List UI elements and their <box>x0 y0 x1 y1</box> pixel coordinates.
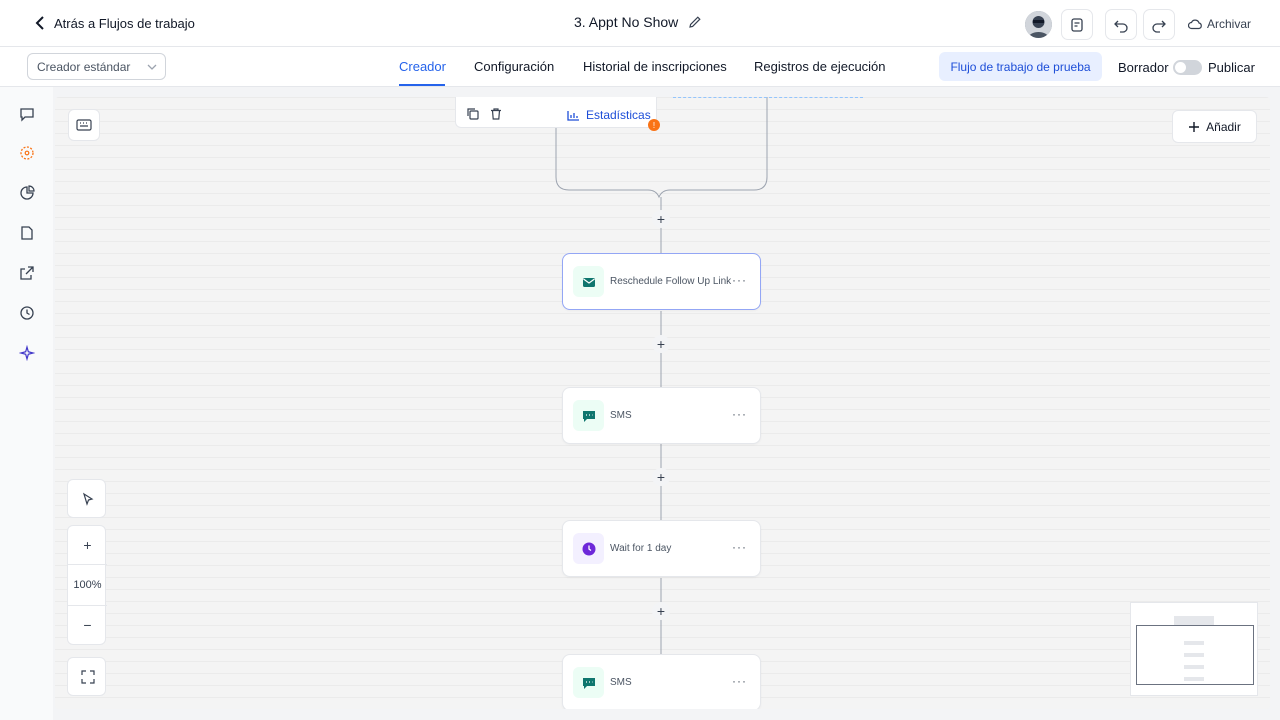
builder-type-select[interactable]: Creador estándar <box>27 53 166 80</box>
workflow-title: 3. Appt No Show <box>574 14 702 30</box>
tab-enrollment-history[interactable]: Historial de inscripciones <box>583 59 727 74</box>
active-tab-indicator <box>399 84 445 86</box>
node-label: SMS <box>610 677 632 688</box>
zoom-level: 100% <box>68 564 107 606</box>
document-check-icon <box>1071 17 1083 32</box>
node-menu-button[interactable]: ··· <box>732 540 747 554</box>
cursor-icon <box>82 492 93 506</box>
zoom-controls: + 100% − <box>67 525 107 645</box>
minimap[interactable] <box>1130 602 1258 696</box>
undo-icon <box>1114 20 1128 33</box>
chevron-down-icon <box>147 64 157 70</box>
left-sidebar <box>0 87 53 720</box>
pencil-icon[interactable] <box>688 15 702 29</box>
chevron-left-icon <box>35 16 44 30</box>
sms-icon <box>573 667 604 698</box>
node-menu-button[interactable]: ··· <box>732 273 747 287</box>
sms-icon <box>573 400 604 431</box>
publish-toggle[interactable] <box>1173 60 1202 75</box>
warning-badge: ! <box>648 119 660 131</box>
keyboard-shortcuts-button[interactable] <box>68 109 100 141</box>
keyboard-icon <box>76 119 92 131</box>
back-label: Atrás a Flujos de trabajo <box>54 15 195 31</box>
fit-view-button[interactable] <box>68 658 107 696</box>
test-workflow-button[interactable]: Flujo de trabajo de prueba <box>939 52 1102 81</box>
statistics-label: Estadísticas <box>586 108 651 122</box>
workflow-node[interactable]: Reschedule Follow Up Link ··· <box>562 253 761 310</box>
external-link-icon[interactable] <box>17 263 37 283</box>
statistics-button[interactable]: Estadísticas <box>567 108 651 122</box>
sparkles-icon[interactable] <box>17 343 37 363</box>
tab-builder[interactable]: Creador <box>399 59 446 74</box>
trash-icon[interactable] <box>489 107 503 121</box>
avatar[interactable] <box>1025 11 1052 38</box>
notes-button[interactable] <box>1061 9 1093 40</box>
redo-button[interactable] <box>1143 9 1175 40</box>
builder-toolbar: Creador estándar Creador Configuración H… <box>0 47 1280 87</box>
pointer-tool-button[interactable] <box>68 480 107 518</box>
add-button-label: Añadir <box>1206 119 1241 134</box>
clock-icon <box>573 533 604 564</box>
back-to-workflows-link[interactable]: Atrás a Flujos de trabajo <box>34 15 195 31</box>
pie-chart-icon[interactable] <box>17 183 37 203</box>
plus-icon <box>1189 121 1200 132</box>
chat-icon[interactable] <box>17 104 37 124</box>
node-menu-button[interactable]: ··· <box>732 407 747 421</box>
redo-icon <box>1152 20 1166 33</box>
select-tool-panel <box>67 479 106 518</box>
bar-chart-icon <box>567 110 579 121</box>
archive-button[interactable]: Archivar <box>1188 17 1251 31</box>
fit-view-panel <box>67 657 106 696</box>
workflow-canvas[interactable]: Añadir Estadísticas ! + + + + Reschedule… <box>55 97 1270 709</box>
copy-icon[interactable] <box>466 107 480 121</box>
add-step-button[interactable]: + <box>652 335 670 353</box>
node-menu-button[interactable]: ··· <box>732 674 747 688</box>
undo-button[interactable] <box>1105 9 1137 40</box>
tab-execution-logs[interactable]: Registros de ejecución <box>754 59 886 74</box>
mail-icon <box>573 266 604 297</box>
add-step-button[interactable]: + <box>652 468 670 486</box>
top-bar: Atrás a Flujos de trabajo 3. Appt No Sho… <box>0 0 1280 47</box>
workflow-node[interactable]: SMS ··· <box>562 387 761 444</box>
add-step-button[interactable]: + <box>652 210 670 228</box>
history-icon[interactable] <box>17 303 37 323</box>
zoom-in-button[interactable]: + <box>68 526 107 564</box>
workflow-title-text: 3. Appt No Show <box>574 14 679 30</box>
workflow-node[interactable]: SMS ··· <box>562 654 761 709</box>
file-icon[interactable] <box>17 223 37 243</box>
cloud-icon <box>1188 19 1202 30</box>
workflow-node[interactable]: Wait for 1 day ··· <box>562 520 761 577</box>
add-step-button[interactable]: + <box>652 602 670 620</box>
publish-label: Publicar <box>1208 60 1255 75</box>
minimap-viewport[interactable] <box>1136 625 1254 685</box>
drop-zone-line <box>673 97 863 98</box>
zoom-out-button[interactable]: − <box>68 606 107 644</box>
node-label: Reschedule Follow Up Link <box>610 276 732 287</box>
tab-settings[interactable]: Configuración <box>474 59 554 74</box>
settings-icon[interactable] <box>17 143 37 163</box>
archive-label: Archivar <box>1207 17 1252 31</box>
builder-type-value: Creador estándar <box>37 60 131 74</box>
expand-icon <box>80 670 95 684</box>
node-label: SMS <box>610 410 632 421</box>
minimap-node <box>1174 616 1214 625</box>
draft-label: Borrador <box>1118 60 1169 75</box>
node-toolbar: Estadísticas <box>455 97 657 128</box>
node-label: Wait for 1 day <box>610 543 672 554</box>
add-button[interactable]: Añadir <box>1172 110 1257 143</box>
